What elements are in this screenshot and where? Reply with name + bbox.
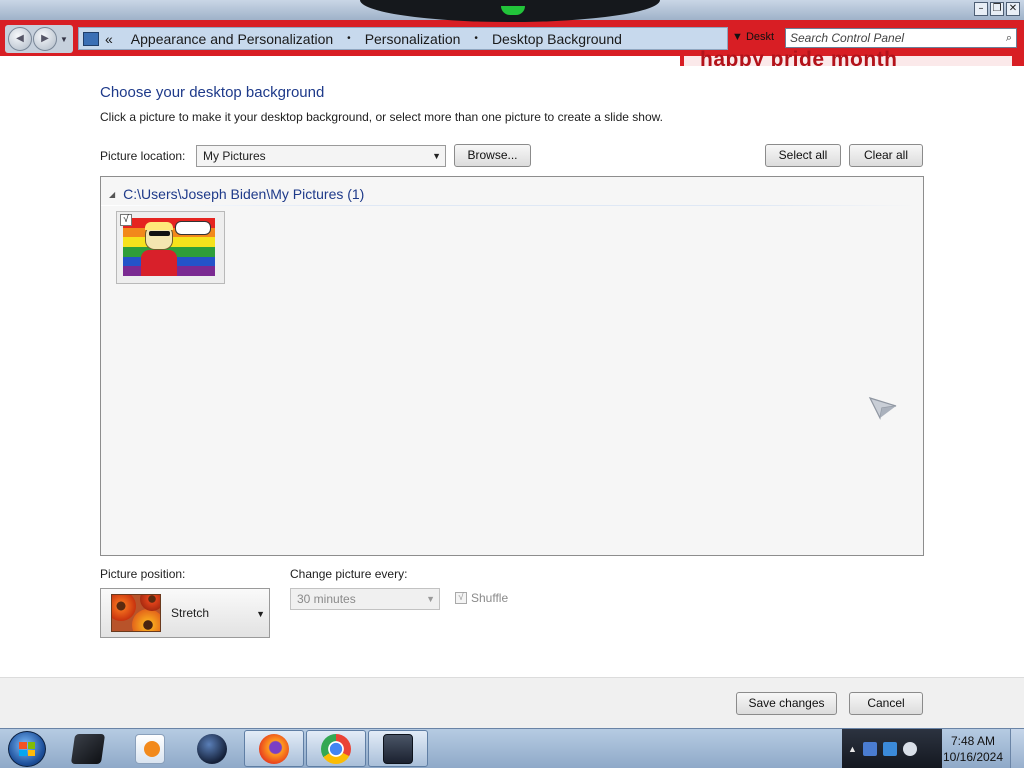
figure-shirt [141,250,177,276]
breadcrumb-personalization[interactable]: Personalization [357,31,469,47]
picture-thumbnail[interactable]: √ [116,211,225,284]
taskbar-network[interactable] [182,730,242,767]
collapse-triangle-icon[interactable]: ◢ [109,190,115,199]
address-bar[interactable]: « Appearance and Personalization • Perso… [78,27,728,50]
breadcrumb-overflow-chevron[interactable]: « [105,31,113,47]
taskbar-media-player[interactable] [120,730,180,767]
dropdown-arrow-icon: ▼ [256,609,265,619]
system-tray: ▲ [842,729,942,768]
breadcrumb-desktop-background[interactable]: Desktop Background [484,31,630,47]
clear-all-button[interactable]: Clear all [849,144,923,167]
address-recent-label: Deskt [745,31,775,43]
address-dropdown[interactable]: ▼ Deskt [732,31,774,43]
close-button[interactable]: ✕ [1006,2,1020,16]
shuffle-checkbox: √ Shuffle [455,591,508,605]
cancel-button[interactable]: Cancel [849,692,923,715]
dropdown-arrow-icon: ▼ [732,31,743,43]
browse-button[interactable]: Browse... [454,144,531,167]
breadcrumb-appearance[interactable]: Appearance and Personalization [123,31,341,47]
window-app-icon [383,733,413,764]
page-title: Choose your desktop background [100,84,325,101]
figure-sunglasses [149,231,170,236]
chrome-icon [321,733,351,764]
minimize-button[interactable]: – [974,2,988,16]
position-preview-image [111,594,161,632]
firefox-icon [259,733,289,764]
navigation-buttons: ◀ ▶ ▼ [5,25,73,53]
change-interval-label: Change picture every: [290,567,408,581]
folder-group-header[interactable]: ◢ C:\Users\Joseph Biden\My Pictures (1) [109,186,364,202]
dropdown-arrow-icon: ▼ [426,594,435,604]
picture-gallery[interactable]: ◢ C:\Users\Joseph Biden\My Pictures (1) … [100,176,924,556]
maximize-button[interactable]: ❐ [990,2,1004,16]
window-titlebar: – ❐ ✕ ◀ ▶ ▼ « Appearance and Personaliza… [0,0,1024,66]
taskbar-firefox[interactable] [244,730,304,767]
page-description: Click a picture to make it your desktop … [100,110,663,124]
breadcrumb-separator[interactable]: • [468,33,484,44]
volume-icon[interactable] [902,741,917,756]
clock[interactable]: 7:48 AM 10/16/2024 [942,729,1004,768]
windows-logo-icon [19,742,35,756]
breadcrumb-separator[interactable]: • [341,33,357,44]
speech-bubble [175,221,211,235]
taskbar-terminal[interactable] [58,730,118,767]
search-placeholder: Search Control Panel [790,31,905,45]
picture-position-select[interactable]: Stretch ▼ [100,588,270,638]
window-controls: – ❐ ✕ [974,2,1020,16]
taskbar: ▲ 7:48 AM 10/16/2024 [0,728,1024,768]
taskbar-chrome[interactable] [306,730,366,767]
shuffle-check-box: √ [455,592,467,604]
change-interval-value: 30 minutes [297,592,356,606]
mouse-cursor-icon [868,397,897,420]
picture-position-value: Stretch [171,606,210,620]
forward-button[interactable]: ▶ [33,27,57,51]
shuffle-label: Shuffle [471,591,509,605]
back-button[interactable]: ◀ [8,27,32,51]
figure-hair [145,222,173,230]
select-all-button[interactable]: Select all [765,144,841,167]
clock-time: 7:48 AM [950,734,996,748]
network-globe-icon [197,733,227,764]
tray-app-icon[interactable] [862,741,877,756]
picture-position-label: Picture position: [100,567,186,581]
group-divider [101,205,917,206]
media-player-icon [135,733,165,764]
folder-group-title: C:\Users\Joseph Biden\My Pictures (1) [123,186,365,202]
footer-bar: Save changes Cancel [0,678,1024,728]
thumbnail-image [123,218,215,276]
clock-date: 10/16/2024 [942,750,1004,764]
picture-location-select[interactable]: My Pictures ▼ [196,145,446,167]
show-hidden-icons-button[interactable]: ▲ [848,744,857,754]
search-input[interactable]: Search Control Panel ⌕ [785,28,1017,48]
titlebar-stripe [0,56,680,66]
picture-location-label: Picture location: [100,149,186,163]
change-interval-select: 30 minutes ▼ [290,588,440,610]
save-changes-button[interactable]: Save changes [736,692,837,715]
taskbar-window-app[interactable] [368,730,428,767]
control-panel-icon [83,31,99,46]
search-icon: ⌕ [1005,32,1012,44]
terminal-icon [70,733,106,764]
dropdown-arrow-icon: ▼ [432,151,441,161]
thumbnail-checkbox[interactable]: √ [120,214,132,226]
main-content: Choose your desktop background Click a p… [0,66,1024,678]
start-button[interactable] [8,731,46,767]
recent-pages-dropdown[interactable]: ▼ [60,35,68,44]
banner-text: happy pride month [700,48,898,66]
network-icon[interactable] [882,741,897,756]
show-desktop-button[interactable] [1010,729,1024,768]
picture-location-value: My Pictures [203,149,266,163]
